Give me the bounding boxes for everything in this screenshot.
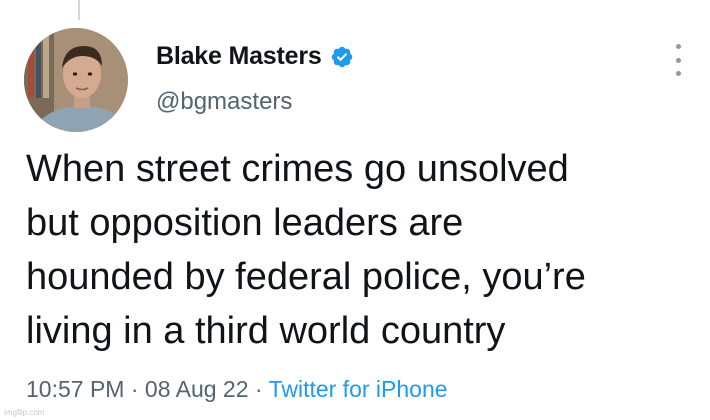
verified-badge-icon	[331, 46, 352, 67]
meta-separator: ·	[254, 376, 263, 402]
tweet-source-link[interactable]: Twitter for iPhone	[269, 376, 448, 402]
more-options-dot	[675, 57, 681, 63]
avatar[interactable]	[24, 28, 128, 132]
more-options-icon	[675, 44, 681, 49]
tweet-time[interactable]: 10:57 PM	[26, 376, 124, 402]
more-options-dot	[675, 71, 681, 76]
author-name-row[interactable]: Blake Masters	[156, 42, 354, 71]
thread-connector-line	[78, 0, 80, 20]
meta-separator: ·	[130, 376, 139, 402]
profile-photo-icon	[24, 28, 128, 132]
watermark: imgflip.com	[4, 408, 45, 417]
author-display-name[interactable]: Blake Masters	[156, 42, 322, 71]
tweet-text: When street crimes go unsolved but oppos…	[26, 148, 586, 352]
tweet-date[interactable]: 08 Aug 22	[145, 376, 249, 402]
more-options-button[interactable]	[671, 44, 685, 76]
tweet-metadata: 10:57 PM · 08 Aug 22 · Twitter for iPhon…	[26, 376, 448, 403]
author-handle[interactable]: @bgmasters	[156, 88, 292, 116]
